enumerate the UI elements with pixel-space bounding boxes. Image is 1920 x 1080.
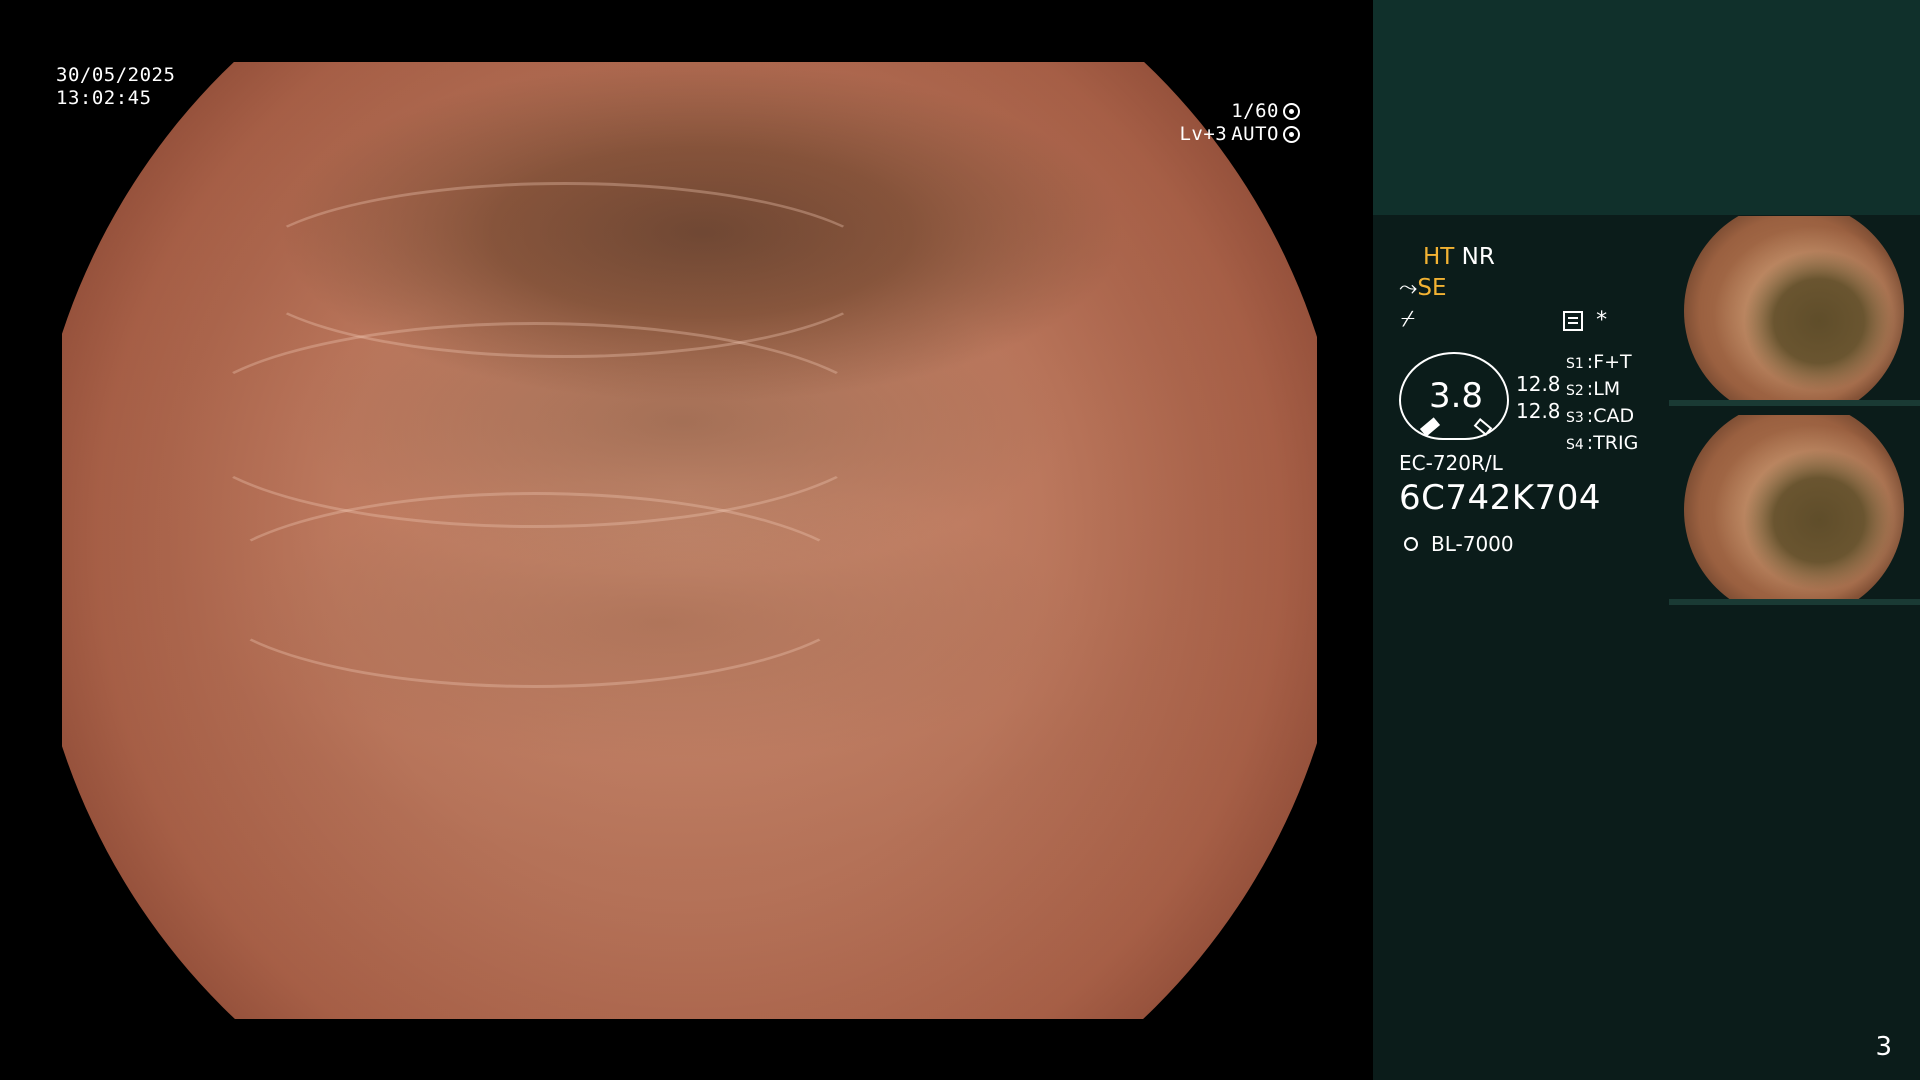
ht-mode: HT [1423,244,1455,270]
scope-switch-list: S1:F+T S2:LM S3:CAD S4:TRIG [1566,350,1638,458]
captured-thumbnail[interactable] [1669,216,1920,406]
screen-number: 3 [1875,1032,1892,1062]
structure-icon: ⤳ [1399,275,1418,301]
record-icon [1563,310,1583,331]
se-mode: SE [1417,275,1447,301]
zoom-value: 3.8 [1428,376,1484,416]
time-text: 13:02:45 [56,87,152,109]
shutter-text: 1/60 [1231,100,1279,122]
panel-header-area [1373,0,1920,215]
shutter-row: 1/60 [1000,100,1300,123]
zoom-tele-mark [1473,418,1493,436]
color-enhancement-icon: ⌿ [1401,306,1415,332]
asterisk-icon: * [1595,308,1609,333]
switch-item: S2:LM [1566,378,1621,400]
iris-mode-text: AUTO [1231,123,1279,145]
zoom-side-value-2: 12.8 [1516,399,1561,423]
scope-serial: 6C742K704 [1399,478,1601,518]
captured-thumbnail[interactable] [1669,415,1920,605]
switch-item: S1:F+T [1566,351,1632,373]
switch-item: S4:TRIG [1566,432,1639,454]
thumbnail-image [1684,216,1904,406]
thumbnail-bar [1669,599,1920,605]
date-text: 30/05/2025 [56,64,176,86]
nr-mode: NR [1461,244,1495,270]
thumbnail-image [1684,415,1904,605]
mucosal-fold [202,492,868,688]
light-source-row: BL-7000 [1399,532,1514,556]
light-source-icon [1399,532,1423,556]
color-enhancement-row: ⌿ [1401,305,1415,333]
endoscope-main-view: 30/05/2025 13:02:45 1/60 Lv+3 AUTO [0,0,1373,1080]
shutter-icon [1283,103,1300,120]
structure-enhancement-row: ⤳SE [1399,274,1447,302]
endoscopic-image [62,62,1317,1019]
iris-icon [1283,126,1300,143]
light-source-text: BL-7000 [1431,532,1514,556]
datetime-readout: 30/05/2025 13:02:45 [56,64,175,110]
exposure-readout: 1/60 Lv+3 AUTO [1000,100,1300,146]
scope-model: EC-720R/L [1399,451,1503,475]
switch-item: S3:CAD [1566,405,1635,427]
enhancement-modes: HT NR [1423,243,1495,271]
zoom-wide-mark [1419,417,1441,437]
zoom-badge: 3.8 [1399,352,1509,440]
iris-row: Lv+3 AUTO [1000,123,1300,146]
thumbnail-bar [1669,400,1920,406]
zoom-side-value-1: 12.8 [1516,372,1561,396]
panel-icons: * [1563,308,1608,333]
level-text: Lv+3 [1179,123,1228,145]
